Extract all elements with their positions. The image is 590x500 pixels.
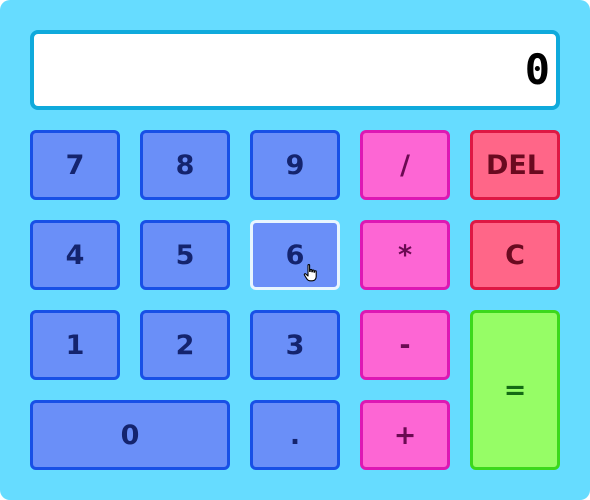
key-2[interactable]: 2 — [140, 310, 230, 380]
key-multiply[interactable]: * — [360, 220, 450, 290]
calculator: 0 7 8 9 / DEL 4 5 6 * C 1 2 3 - = 0 . + — [0, 0, 590, 500]
display-screen: 0 — [30, 30, 560, 110]
display-value: 0 — [524, 45, 550, 94]
key-5[interactable]: 5 — [140, 220, 230, 290]
key-4[interactable]: 4 — [30, 220, 120, 290]
key-7[interactable]: 7 — [30, 130, 120, 200]
key-clear[interactable]: C — [470, 220, 560, 290]
key-equals[interactable]: = — [470, 310, 560, 470]
key-1[interactable]: 1 — [30, 310, 120, 380]
key-6[interactable]: 6 — [250, 220, 340, 290]
key-8[interactable]: 8 — [140, 130, 230, 200]
key-9[interactable]: 9 — [250, 130, 340, 200]
key-3[interactable]: 3 — [250, 310, 340, 380]
key-divide[interactable]: / — [360, 130, 450, 200]
key-delete[interactable]: DEL — [470, 130, 560, 200]
key-subtract[interactable]: - — [360, 310, 450, 380]
key-decimal[interactable]: . — [250, 400, 340, 470]
key-0[interactable]: 0 — [30, 400, 230, 470]
key-add[interactable]: + — [360, 400, 450, 470]
